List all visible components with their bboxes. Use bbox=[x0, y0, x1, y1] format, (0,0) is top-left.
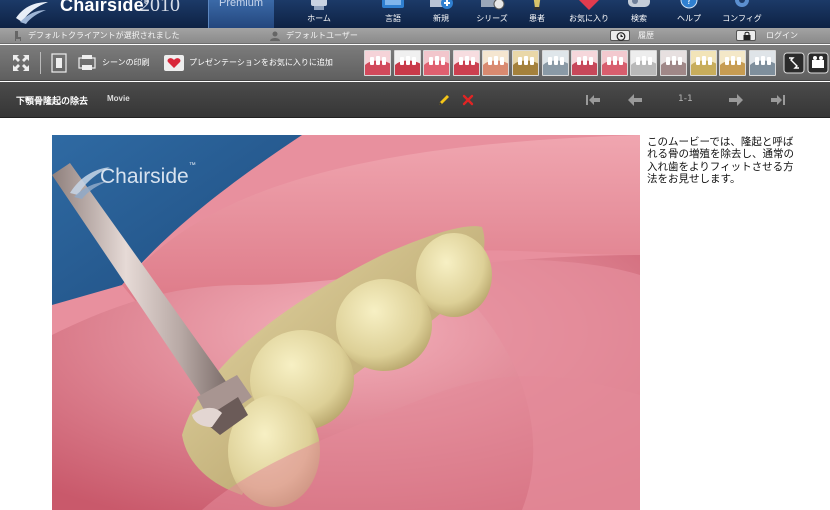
title-bar: 下顎骨隆起の除去 Movie 1-1 bbox=[0, 82, 830, 118]
movie-description: このムービーでは、隆起と呼ばれる骨の増殖を除去し、通常の入れ歯をよりフィットさせ… bbox=[647, 136, 794, 185]
login-label[interactable]: ログイン bbox=[766, 30, 798, 41]
top-banner: Chairside® 2010 Premium ホーム 言語 新規 シリーズ 患… bbox=[0, 0, 830, 28]
toolbar: シーンの印刷 プレゼンテーションをお気に入りに追加 bbox=[0, 45, 830, 81]
client-status[interactable]: デフォルトクライアントが選択されました bbox=[14, 30, 180, 41]
thumbnail-image bbox=[572, 51, 598, 75]
user-icon bbox=[270, 31, 280, 41]
thumbnail-image bbox=[365, 51, 390, 75]
presentation-thumbnail[interactable] bbox=[393, 50, 421, 76]
presentation-thumbnail[interactable] bbox=[660, 50, 687, 76]
thumbnail-image bbox=[720, 51, 746, 75]
user-status[interactable]: デフォルトユーザー bbox=[270, 30, 358, 41]
login-button[interactable] bbox=[736, 30, 756, 41]
history-label[interactable]: 履歴 bbox=[638, 30, 654, 41]
clock-icon bbox=[616, 32, 626, 41]
first-page-icon[interactable] bbox=[583, 92, 603, 108]
thumbnail-image bbox=[424, 51, 450, 75]
thumbnail-image bbox=[749, 51, 775, 75]
presentation-thumbnail[interactable] bbox=[630, 50, 658, 76]
thumbnail-image bbox=[453, 51, 479, 75]
presentation-type: Movie bbox=[107, 94, 130, 103]
presentation-thumbnail[interactable] bbox=[689, 50, 717, 76]
fit-screen-icon[interactable] bbox=[10, 52, 32, 74]
nav-search-button[interactable]: 検索 bbox=[622, 0, 656, 28]
presentation-thumbnail[interactable] bbox=[719, 50, 747, 76]
thumbnail-image bbox=[513, 51, 538, 75]
add-favorite-heart-icon[interactable] bbox=[163, 52, 185, 74]
content-area: Chairside™ このムービーでは、隆起と呼ばれる骨の増殖を除去し、通常の入… bbox=[0, 118, 830, 510]
nav-favorites-button[interactable]: お気に入り bbox=[566, 0, 612, 28]
edition-tab: Premium bbox=[208, 0, 274, 28]
fullscreen-icon[interactable] bbox=[783, 52, 805, 74]
presentation-thumbnail[interactable] bbox=[512, 50, 539, 76]
movie-watermark: Chairside™ bbox=[100, 162, 196, 188]
next-page-icon[interactable] bbox=[726, 92, 746, 108]
help-icon: ? bbox=[680, 0, 698, 9]
presentation-thumbnail[interactable] bbox=[423, 50, 451, 76]
nav-language-button[interactable]: 言語 bbox=[376, 0, 410, 28]
toolbar-divider bbox=[40, 52, 41, 74]
scene-info-icon[interactable] bbox=[48, 52, 70, 74]
presentation-thumbnail[interactable] bbox=[600, 50, 628, 76]
thumbnail-image bbox=[601, 51, 627, 75]
nav-config-button[interactable]: コンフィグ bbox=[720, 0, 764, 28]
presentation-thumbnail[interactable] bbox=[452, 50, 480, 76]
presentation-title: 下顎骨隆起の除去 bbox=[16, 97, 89, 107]
search-icon bbox=[628, 0, 650, 7]
home-icon bbox=[311, 0, 327, 10]
presentation-thumbnail[interactable] bbox=[571, 50, 599, 76]
delete-x-icon[interactable] bbox=[461, 93, 475, 107]
presentation-thumbnail[interactable] bbox=[364, 50, 391, 76]
print-scene-button[interactable]: シーンの印刷 bbox=[102, 57, 150, 68]
edition-label: Premium bbox=[219, 0, 264, 9]
nav-patient-button[interactable]: 患者 bbox=[520, 0, 554, 28]
presentation-thumbnail[interactable] bbox=[482, 50, 510, 76]
print-icon[interactable] bbox=[76, 52, 98, 74]
movie-frame bbox=[52, 135, 640, 510]
heart-icon bbox=[579, 0, 599, 10]
add-favorite-button[interactable]: プレゼンテーションをお気に入りに追加 bbox=[189, 57, 333, 68]
thumbnail-image bbox=[542, 51, 568, 75]
chair-icon bbox=[15, 30, 21, 41]
history-button[interactable] bbox=[610, 30, 630, 41]
brand-name: Chairside® bbox=[60, 0, 150, 15]
thumbnail-image bbox=[394, 51, 420, 75]
nav-new-button[interactable]: 新規 bbox=[424, 0, 458, 28]
thumbnail-image bbox=[631, 51, 657, 75]
new-icon bbox=[430, 0, 453, 9]
page-indicator: 1-1 bbox=[678, 94, 693, 104]
thumbnail-image bbox=[661, 51, 686, 75]
nav-help-button[interactable]: ? ヘルプ bbox=[672, 0, 706, 28]
svg-text:?: ? bbox=[686, 0, 691, 7]
patient-icon bbox=[533, 0, 541, 10]
film-icon bbox=[481, 0, 505, 10]
last-page-icon[interactable] bbox=[768, 92, 788, 108]
thumbnail-image bbox=[483, 51, 509, 75]
thumbnail-image bbox=[690, 51, 716, 75]
nav-series-button[interactable]: シリーズ bbox=[474, 0, 510, 28]
app-logo: Chairside® 2010 bbox=[0, 0, 210, 28]
lock-icon bbox=[743, 31, 751, 40]
video-mode-icon[interactable] bbox=[807, 52, 829, 74]
previous-page-icon[interactable] bbox=[625, 92, 645, 108]
movie-player[interactable]: Chairside™ bbox=[52, 135, 640, 510]
presentation-thumbnail[interactable] bbox=[748, 50, 776, 76]
presentation-thumbnail[interactable] bbox=[541, 50, 569, 76]
status-bar: デフォルトクライアントが選択されました デフォルトユーザー 履歴 ログイン bbox=[0, 28, 830, 44]
gear-icon bbox=[735, 0, 749, 7]
chairside-swoosh-icon bbox=[16, 2, 48, 24]
brand-year: 2010 bbox=[140, 0, 180, 16]
edit-pencil-icon[interactable] bbox=[437, 93, 451, 107]
globe-icon bbox=[382, 0, 404, 8]
nav-home-button[interactable]: ホーム bbox=[302, 0, 336, 28]
